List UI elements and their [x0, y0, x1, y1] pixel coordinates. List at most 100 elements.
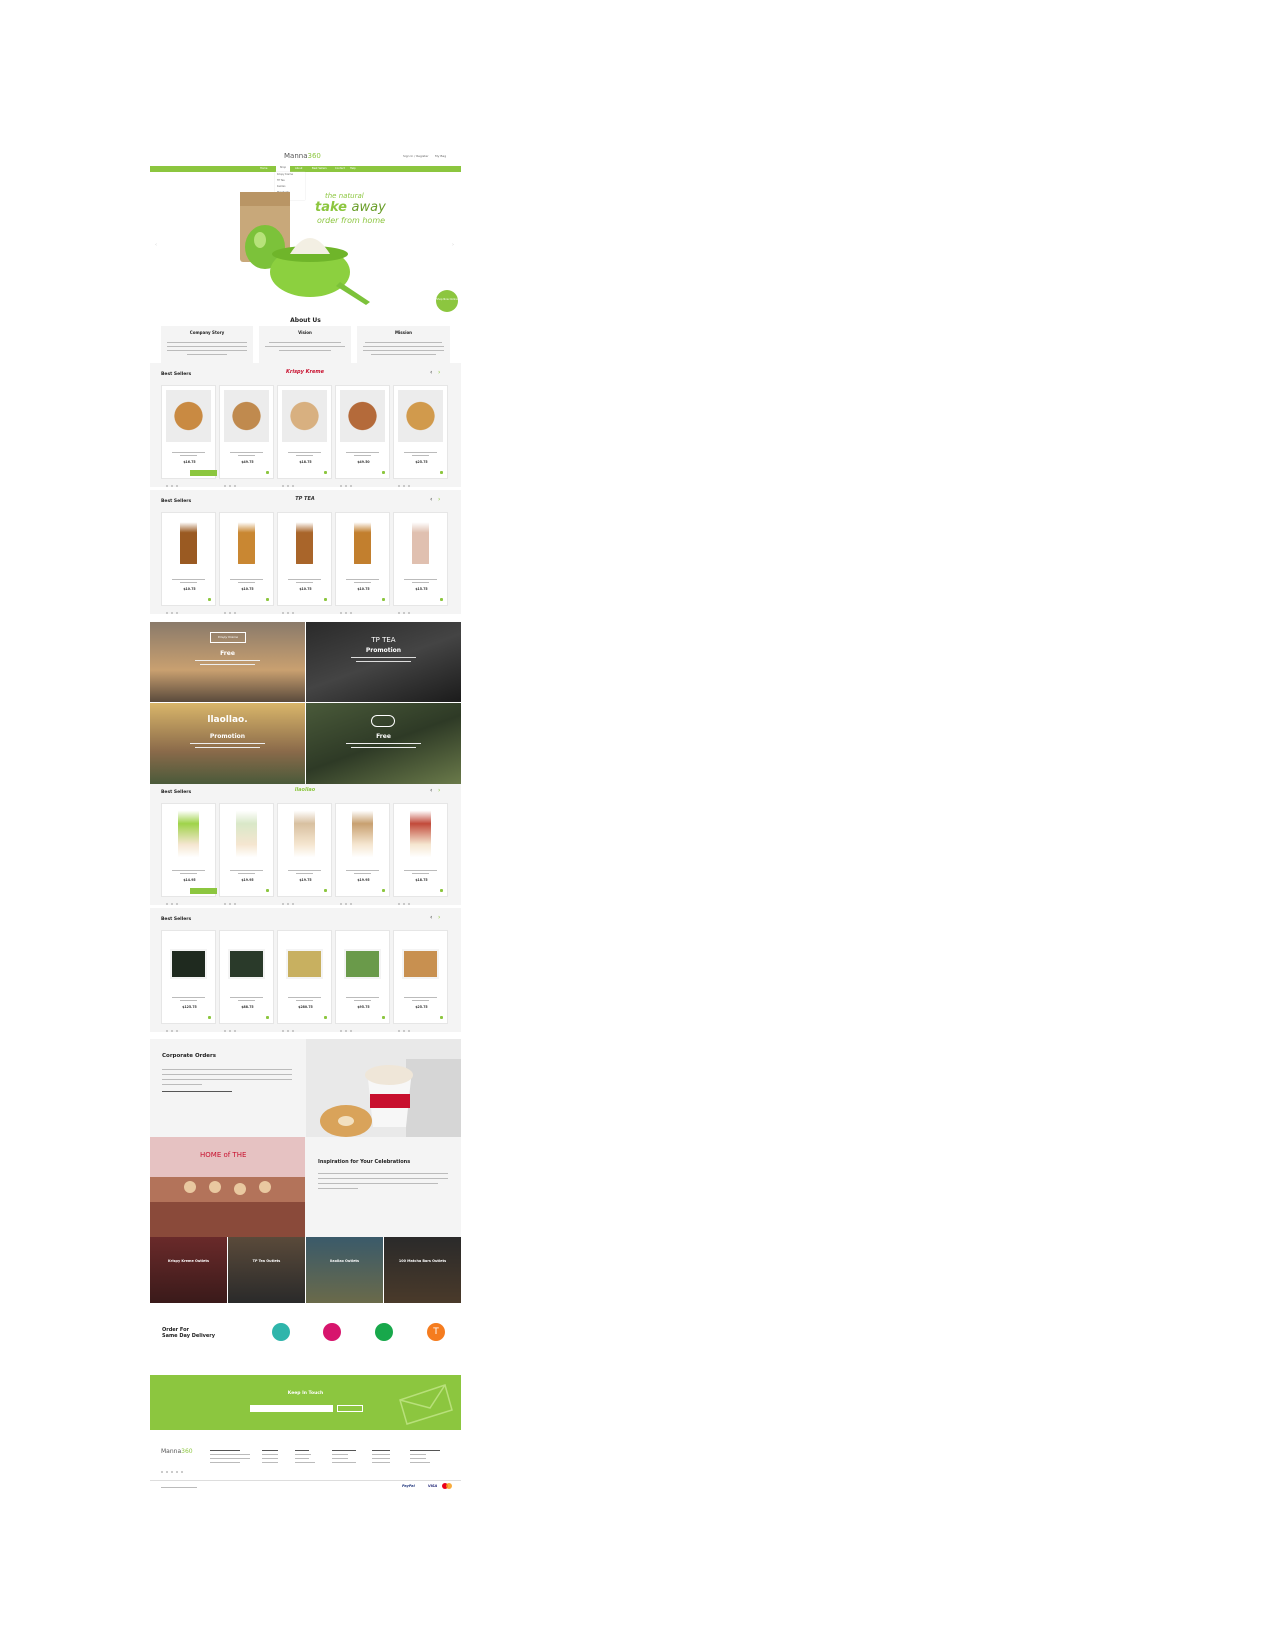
product-image[interactable] [228, 949, 265, 979]
product-actions[interactable] [340, 1017, 355, 1036]
product-image[interactable] [170, 949, 207, 979]
add-to-cart-icon[interactable] [324, 1016, 327, 1019]
product-card[interactable]: $10.75 [219, 512, 274, 614]
add-to-cart-icon[interactable] [324, 471, 327, 474]
product-card[interactable]: $25.75 [393, 930, 448, 1032]
product-actions[interactable] [340, 472, 355, 491]
carousel-prev-arrow[interactable]: ‹ [430, 369, 432, 376]
carousel-next-arrow[interactable]: › [438, 369, 440, 376]
product-image[interactable] [296, 517, 313, 569]
add-to-cart-icon[interactable] [266, 598, 269, 601]
add-to-cart-icon[interactable] [440, 471, 443, 474]
product-image[interactable] [286, 949, 323, 979]
product-card[interactable]: $19.75 [277, 803, 332, 905]
product-actions[interactable] [166, 1017, 181, 1036]
add-to-cart-icon[interactable] [324, 598, 327, 601]
shop-now-badge[interactable]: Shop Now Online [436, 290, 458, 312]
add-to-cart-icon[interactable] [440, 1016, 443, 1019]
carousel-next-arrow[interactable]: › [438, 787, 440, 794]
nav-help[interactable]: Help [350, 167, 356, 171]
carousel-prev-arrow[interactable]: ‹ [430, 496, 432, 503]
product-card[interactable]: $280.75 [277, 930, 332, 1032]
carousel-next-arrow[interactable]: › [438, 496, 440, 503]
bag-link[interactable]: My Bag [435, 154, 446, 158]
footer-logo[interactable]: Manna360 [161, 1448, 193, 1455]
product-actions[interactable] [282, 890, 297, 909]
product-card[interactable]: $49.50 [335, 385, 390, 487]
product-actions[interactable] [282, 1017, 297, 1036]
product-image[interactable] [238, 517, 255, 569]
deliveroo-icon[interactable] [272, 1323, 290, 1341]
nav-about[interactable]: About [295, 167, 302, 171]
product-actions[interactable] [398, 599, 413, 618]
add-to-cart-icon[interactable] [190, 470, 217, 476]
product-image[interactable] [282, 390, 327, 442]
add-to-cart-icon[interactable] [382, 598, 385, 601]
product-card[interactable]: $25.75 [393, 385, 448, 487]
nav-home[interactable]: Home [260, 167, 267, 171]
add-to-cart-icon[interactable] [208, 598, 211, 601]
add-to-cart-icon[interactable] [440, 889, 443, 892]
add-to-cart-icon[interactable] [382, 889, 385, 892]
hero-prev-arrow[interactable]: ‹ [155, 242, 157, 248]
sign-in-link[interactable]: Sign In / Register [403, 154, 429, 158]
add-to-cart-icon[interactable] [440, 598, 443, 601]
product-card[interactable]: $49.75 [219, 385, 274, 487]
add-to-cart-icon[interactable] [190, 888, 217, 894]
product-image[interactable] [344, 949, 381, 979]
carousel-prev-arrow[interactable]: ‹ [430, 914, 432, 921]
product-image[interactable] [224, 390, 269, 442]
product-actions[interactable] [340, 599, 355, 618]
product-image[interactable] [398, 390, 443, 442]
product-actions[interactable] [224, 1017, 239, 1036]
add-to-cart-icon[interactable] [324, 889, 327, 892]
product-actions[interactable] [166, 890, 181, 909]
product-card[interactable]: $14.95 [161, 803, 217, 905]
product-image[interactable] [236, 808, 257, 860]
product-card[interactable]: $10.75 [161, 512, 216, 614]
logo[interactable]: Manna360 [284, 152, 321, 160]
product-image[interactable] [352, 808, 373, 860]
takeaway-icon[interactable]: T [427, 1323, 445, 1341]
product-card[interactable]: $10.75 [335, 512, 390, 614]
add-to-cart-icon[interactable] [266, 1016, 269, 1019]
product-image[interactable] [340, 390, 385, 442]
add-to-cart-icon[interactable] [208, 1016, 211, 1019]
product-actions[interactable] [224, 890, 239, 909]
product-card[interactable]: $19.95 [219, 803, 274, 905]
product-image[interactable] [354, 517, 371, 569]
social-icons[interactable] [161, 1458, 186, 1477]
product-card[interactable]: $15.75 [393, 512, 448, 614]
foodpanda-icon[interactable] [323, 1323, 341, 1341]
newsletter-email-input[interactable] [250, 1405, 333, 1412]
product-image[interactable] [412, 517, 429, 569]
newsletter-submit-button[interactable] [337, 1405, 363, 1412]
product-actions[interactable] [224, 599, 239, 618]
nav-best-sellers[interactable]: Best Sellers [312, 167, 327, 171]
add-to-cart-icon[interactable] [266, 889, 269, 892]
product-card[interactable]: $125.75 [161, 930, 216, 1032]
product-card[interactable]: $10.75 [277, 512, 332, 614]
add-to-cart-icon[interactable] [266, 471, 269, 474]
grabfood-icon[interactable] [375, 1323, 393, 1341]
product-actions[interactable] [340, 890, 355, 909]
product-actions[interactable] [398, 890, 413, 909]
product-image[interactable] [166, 390, 211, 442]
product-image[interactable] [294, 808, 315, 860]
product-actions[interactable] [282, 472, 297, 491]
product-actions[interactable] [398, 472, 413, 491]
product-card[interactable]: $95.75 [335, 930, 390, 1032]
product-actions[interactable] [166, 599, 181, 618]
add-to-cart-icon[interactable] [382, 471, 385, 474]
product-image[interactable] [402, 949, 439, 979]
product-card[interactable]: $19.95 [335, 803, 390, 905]
product-card[interactable]: $88.75 [219, 930, 274, 1032]
product-actions[interactable] [282, 599, 297, 618]
carousel-prev-arrow[interactable]: ‹ [430, 787, 432, 794]
carousel-next-arrow[interactable]: › [438, 914, 440, 921]
product-image[interactable] [180, 517, 197, 569]
product-image[interactable] [178, 808, 199, 860]
hero-next-arrow[interactable]: › [452, 242, 454, 248]
product-card[interactable]: $18.75 [393, 803, 448, 905]
product-actions[interactable] [224, 472, 239, 491]
